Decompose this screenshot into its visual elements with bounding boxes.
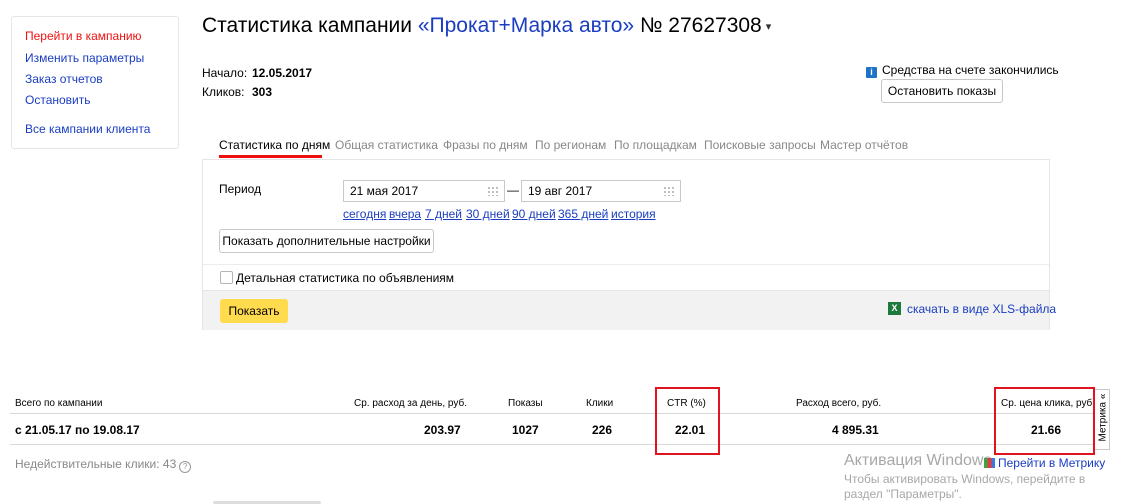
metrika-side-tab[interactable]: Метрика « [1095,389,1110,450]
chevron-down-icon[interactable]: ▾ [766,21,772,33]
quick-range-yesterday[interactable]: вчера [389,207,421,221]
start-label: Начало: [202,66,248,80]
clicks-value: 303 [252,85,273,99]
date-from-value: 21 мая 2017 [350,184,419,198]
help-icon[interactable]: ? [179,461,192,473]
table-header-divider [10,413,1094,414]
quick-range-30-days[interactable]: 30 дней [466,207,510,221]
col-header-avg-daily-spend: Ср. расход за день, руб. [354,398,467,409]
calendar-icon[interactable] [487,186,499,196]
quick-range-7-days[interactable]: 7 дней [425,207,462,221]
tab-report-wizard[interactable]: Мастер отчётов [820,138,908,152]
show-button[interactable]: Показать [220,299,288,323]
tab-daily-stats[interactable]: Статистика по дням [219,138,330,152]
row-impressions: 1027 [512,423,539,437]
sidebar-item-all-campaigns[interactable]: Все кампании клиента [25,122,150,136]
excel-icon: X [888,302,901,315]
calendar-icon[interactable] [663,186,675,196]
tab-phrases-daily[interactable]: Фразы по дням [443,138,528,152]
avg-cpc-highlight-box [994,387,1095,455]
tab-general-stats[interactable]: Общая статистика [335,138,438,152]
tab-regions[interactable]: По регионам [535,138,606,152]
invalid-clicks: Недействительные клики: 43? [15,457,192,473]
sidebar: Перейти в кампанию Изменить параметры За… [11,16,179,149]
date-range-dash: — [507,183,519,197]
more-settings-button[interactable]: Показать дополнительные настройки [219,229,434,253]
tab-search-queries[interactable]: Поисковые запросы [704,138,816,152]
info-icon: i [866,67,877,78]
tab-platforms[interactable]: По площадкам [614,138,697,152]
col-header-clicks: Клики [586,398,614,409]
metrika-side-tab-label: Метрика « [1097,393,1109,442]
watermark-text: Чтобы активировать Windows, перейдите в … [844,472,1086,501]
row-clicks: 226 [592,423,613,437]
quick-range-history[interactable]: история [611,207,656,221]
col-header-total: Всего по кампании [15,398,103,409]
sidebar-item-order-reports[interactable]: Заказ отчетов [25,72,103,86]
date-to-input[interactable]: 19 авг 2017 [521,180,681,202]
period-label: Период [219,182,262,196]
page-title-prefix: Статистика кампании [202,14,412,37]
download-xls-link[interactable]: скачать в виде XLS-файла [907,302,1056,316]
campaign-number: № 27627308 [639,14,762,37]
metrika-icon [984,458,995,468]
sidebar-item-edit-params[interactable]: Изменить параметры [25,51,144,65]
invalid-clicks-text: Недействительные клики: 43 [15,457,177,471]
row-total-spend: 4 895.31 [832,423,879,437]
quick-range-90-days[interactable]: 90 дней [512,207,556,221]
funds-notice-text: Средства на счете закончились [882,63,1059,77]
date-from-input[interactable]: 21 мая 2017 [343,180,505,202]
detailed-stats-checkbox[interactable] [220,271,233,284]
detailed-stats-label: Детальная статистика по объявлениям [236,271,455,285]
col-header-impressions: Показы [508,398,543,409]
panel-divider [203,264,1049,265]
row-avg-daily-spend: 203.97 [424,423,461,437]
sidebar-item-go-to-campaign[interactable]: Перейти в кампанию [25,29,142,43]
start-value: 12.05.2017 [252,66,313,80]
go-to-metrika-label: Перейти в Метрику [998,456,1106,470]
stop-impressions-button[interactable]: Остановить показы [881,79,1003,103]
active-tab-indicator [219,155,322,158]
page-title: Статистика кампании «Прокат+Марка авто» … [202,14,771,38]
campaign-name-link[interactable]: «Прокат+Марка авто» [418,14,634,37]
clicks-label: Кликов: [202,85,245,99]
col-header-total-spend: Расход всего, руб. [796,398,882,409]
quick-range-today[interactable]: сегодня [343,207,386,221]
table-bottom-divider [10,444,1094,445]
go-to-metrika-link[interactable]: Перейти в Метрику [984,456,1105,470]
ctr-highlight-box [655,387,720,455]
quick-range-365-days[interactable]: 365 дней [558,207,608,221]
date-to-value: 19 авг 2017 [528,184,593,198]
sidebar-item-stop[interactable]: Остановить [25,93,91,107]
row-period: с 21.05.17 по 19.08.17 [15,423,140,437]
funds-notice: i Средства на счете закончились [866,63,1059,78]
